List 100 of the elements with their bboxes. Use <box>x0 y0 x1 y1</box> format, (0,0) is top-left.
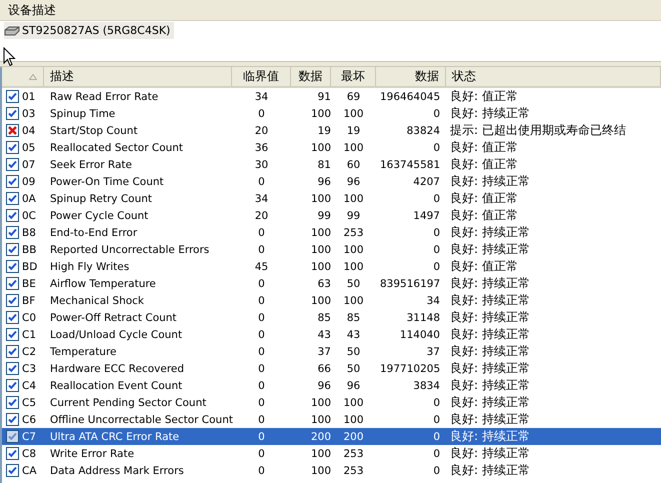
table-cell-text: 良好: 持续正常 <box>449 326 531 343</box>
table-cell-text: 100 <box>310 294 331 306</box>
column-header[interactable]: 数据 <box>376 67 446 86</box>
table-cell-text: 100 <box>342 414 365 426</box>
table-cell-text: 0A <box>22 192 37 204</box>
table-cell-text: 37 <box>316 346 331 358</box>
checkbox-checked-icon[interactable] <box>6 260 19 273</box>
table-row[interactable]: 0C Power Cycle Count 20 99 99 1497 良好: 值正常 <box>2 207 661 224</box>
table-row[interactable]: BE Airflow Temperature 0 63 50 839516197 良好: 持续正常 <box>2 275 661 292</box>
table-row[interactable]: C1 Load/Unload Cycle Count 0 43 43 114040 良好: 持续正常 <box>2 326 661 343</box>
table-cell-text: 良好: 持续正常 <box>449 309 531 326</box>
table-row[interactable]: 04 Start/Stop Count 20 19 19 83824 提示: 已超出使用期或寿命已终结 <box>2 122 661 139</box>
table-row[interactable]: CA Data Address Mark Errors 0 100 253 0 良好: 持续正常 <box>2 462 661 479</box>
table-cell-text: Ultra ATA CRC Error Rate <box>49 430 180 442</box>
checkbox-checked-icon[interactable] <box>6 175 19 188</box>
table-cell-text: 99 <box>316 210 331 222</box>
checkbox-checked-icon[interactable] <box>6 345 19 358</box>
table-row[interactable]: C3 Hardware ECC Recovered 0 66 50 197710205 良好: 持续正常 <box>2 360 661 377</box>
table-cell-text: Power Cycle Count <box>49 210 150 222</box>
table-cell-text: 0 <box>257 328 266 340</box>
table-row[interactable]: 03 Spinup Time 0 100 100 0 良好: 持续正常 <box>2 105 661 122</box>
table-cell-text: 45 <box>254 260 270 272</box>
table-row[interactable]: BD High Fly Writes 45 100 100 0 良好: 值正常 <box>2 258 661 275</box>
checkbox-checked-icon[interactable] <box>6 447 19 460</box>
checkbox-checked-icon[interactable] <box>6 430 19 443</box>
table-row[interactable]: C5 Current Pending Sector Count 0 100 100 0 良好: 持续正常 <box>2 394 661 411</box>
table-row[interactable]: 09 Power-On Time Count 0 96 96 4207 良好: 持续正常 <box>2 173 661 190</box>
table-cell-text: Power-On Time Count <box>49 176 165 188</box>
checkbox-checked-icon[interactable] <box>6 294 19 307</box>
checkbox-checked-icon[interactable] <box>6 243 19 256</box>
table-cell-text: 83824 <box>406 124 441 136</box>
table-cell-text: 0 <box>257 380 266 392</box>
table-row[interactable]: C8 Write Error Rate 0 100 253 0 良好: 持续正常 <box>2 445 661 462</box>
table-row[interactable]: C6 Offline Uncorrectable Sector Count 0 100 100 0 良好: 持续正常 <box>2 411 661 428</box>
checkbox-checked-icon[interactable] <box>6 396 19 409</box>
table-cell-text: 20 <box>254 210 270 222</box>
table-cell-text: 100 <box>310 396 331 408</box>
checkbox-checked-icon[interactable] <box>6 192 19 205</box>
table-cell-text: 100 <box>342 294 365 306</box>
column-header[interactable]: 描述 <box>44 67 232 86</box>
checkbox-checked-icon[interactable] <box>6 379 19 392</box>
table-row[interactable]: B8 End-to-End Error 0 100 253 0 良好: 持续正常 <box>2 224 661 241</box>
checkbox-checked-icon[interactable] <box>6 226 19 239</box>
table-cell-text: 0 <box>432 396 441 408</box>
table-cell-text: 0 <box>257 294 266 306</box>
table-cell-text: 0 <box>257 278 266 290</box>
checkbox-checked-icon[interactable] <box>6 311 19 324</box>
table-cell-text: Reported Uncorrectable Errors <box>49 244 210 256</box>
table-cell-text: Reallocated Sector Count <box>49 142 184 154</box>
checkbox-checked-icon[interactable] <box>6 464 19 477</box>
table-cell-text: 96 <box>316 176 331 188</box>
cross-icon[interactable] <box>6 124 19 137</box>
checkbox-checked-icon[interactable] <box>6 277 19 290</box>
table-row[interactable]: C0 Power-Off Retract Count 0 85 85 31148 良好: 持续正常 <box>2 309 661 326</box>
table-cell-text: 839516197 <box>379 278 442 290</box>
column-header[interactable]: 状态 <box>446 67 661 86</box>
table-cell-text: 0 <box>257 244 266 256</box>
table-cell-text: BE <box>22 278 37 290</box>
checkbox-checked-icon[interactable] <box>6 413 19 426</box>
checkbox-checked-icon[interactable] <box>6 209 19 222</box>
checkbox-checked-icon[interactable] <box>6 158 19 171</box>
table-cell-text: 100 <box>310 108 331 120</box>
section-header: 设备描述 <box>0 0 661 21</box>
table-row[interactable]: BB Reported Uncorrectable Errors 0 100 100 0 良好: 持续正常 <box>2 241 661 258</box>
table-cell-text: 07 <box>22 158 36 170</box>
table-cell-text: 良好: 值正常 <box>449 156 519 173</box>
checkbox-checked-icon[interactable] <box>6 362 19 375</box>
table-cell-text: 良好: 持续正常 <box>449 462 531 479</box>
hard-drive-icon <box>4 26 20 36</box>
table-row[interactable]: C7 Ultra ATA CRC Error Rate 0 200 200 0 良好: 持续正常 <box>2 428 661 445</box>
table-cell-text: 0 <box>432 244 441 256</box>
table-cell-text: 0 <box>257 464 266 476</box>
device-item[interactable]: ST9250827AS (5RG8C4SK) <box>4 22 174 39</box>
table-row[interactable]: 05 Reallocated Sector Count 36 100 100 0 良好: 值正常 <box>2 139 661 156</box>
table-cell-text: 30 <box>254 158 270 170</box>
column-header[interactable]: 数据 <box>291 67 331 86</box>
table-row[interactable]: BF Mechanical Shock 0 100 100 34 良好: 持续正常 <box>2 292 661 309</box>
table-row[interactable]: C2 Temperature 0 37 50 37 良好: 持续正常 <box>2 343 661 360</box>
table-cell-text: Offline Uncorrectable Sector Count <box>49 414 232 426</box>
table-cell-text: 96 <box>346 380 362 392</box>
column-header[interactable]: 最坏 <box>331 67 376 86</box>
table-cell-text: 100 <box>310 192 331 204</box>
checkbox-checked-icon[interactable] <box>6 90 19 103</box>
table-cell-text: 1497 <box>412 210 441 222</box>
table-cell-text: 34 <box>254 90 270 102</box>
table-cell-text: 良好: 持续正常 <box>449 411 531 428</box>
table-row[interactable]: 01 Raw Read Error Rate 34 91 69 196464045 良好: 值正常 <box>2 88 661 105</box>
table-cell-text: 100 <box>342 108 365 120</box>
checkbox-checked-icon[interactable] <box>6 328 19 341</box>
table-row[interactable]: C4 Reallocation Event Count 0 96 96 3834 良好: 持续正常 <box>2 377 661 394</box>
table-row[interactable]: 07 Seek Error Rate 30 81 60 163745581 良好: 值正常 <box>2 156 661 173</box>
table-cell-text: C8 <box>22 448 38 460</box>
table-cell-text: 0 <box>257 176 266 188</box>
checkbox-checked-icon[interactable] <box>6 107 19 120</box>
table-row[interactable]: 0A Spinup Retry Count 34 100 100 0 良好: 值正常 <box>2 190 661 207</box>
checkbox-checked-icon[interactable] <box>6 141 19 154</box>
table-cell-text: 0 <box>432 108 441 120</box>
column-header[interactable]: 临界值 <box>232 67 291 86</box>
table-cell-text: 100 <box>310 464 331 476</box>
table-cell-text: 196464045 <box>379 90 442 102</box>
